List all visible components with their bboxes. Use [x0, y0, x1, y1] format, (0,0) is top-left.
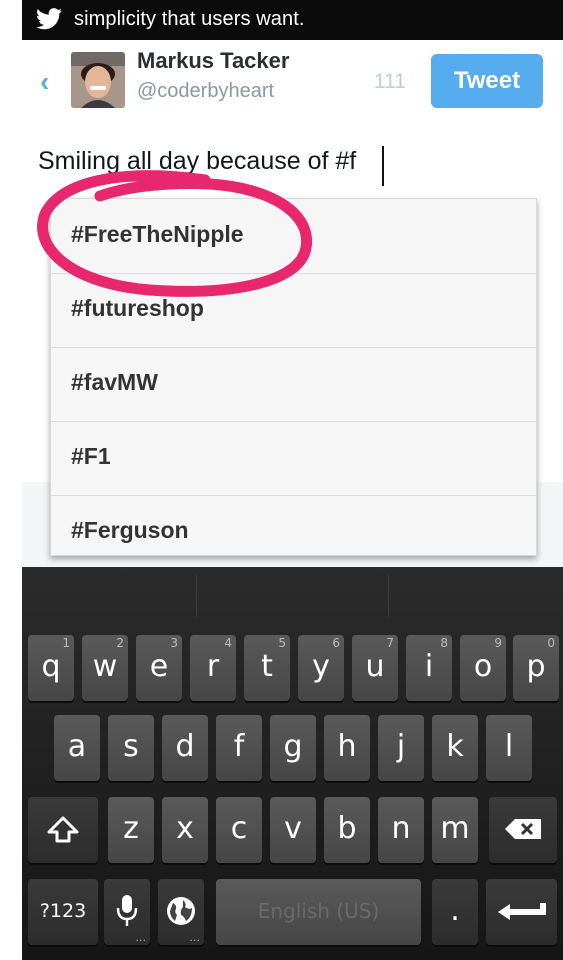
key-s[interactable]: s: [108, 715, 154, 781]
suggestion-divider: [196, 575, 197, 617]
globe-key[interactable]: ...: [158, 879, 204, 945]
period-key[interactable]: .: [432, 879, 478, 945]
key-z[interactable]: z: [108, 797, 154, 863]
key-a[interactable]: a: [54, 715, 100, 781]
symbols-key[interactable]: ?123: [28, 879, 98, 945]
mic-key[interactable]: ...: [104, 879, 150, 945]
key-x[interactable]: x: [162, 797, 208, 863]
user-handle: @coderbyheart: [137, 80, 275, 102]
suggestion-item[interactable]: #Ferguson: [51, 495, 536, 555]
key-i[interactable]: i8: [406, 635, 452, 701]
key-k[interactable]: k: [432, 715, 478, 781]
enter-key[interactable]: [486, 879, 557, 945]
compose-input[interactable]: Smiling all day because of #f: [38, 147, 356, 176]
suggestion-label: #Ferguson: [71, 517, 189, 543]
globe-icon: [167, 897, 195, 925]
suggestion-item[interactable]: #FreeTheNipple: [51, 199, 536, 274]
suggestion-item[interactable]: #F1: [51, 421, 536, 496]
suggestion-label: #futureshop: [71, 295, 204, 321]
tweet-button[interactable]: Tweet: [431, 54, 543, 108]
key-e[interactable]: e3: [136, 635, 182, 701]
character-counter: 111: [374, 70, 406, 93]
text-caret: [382, 146, 384, 186]
key-y[interactable]: y6: [298, 635, 344, 701]
suggestion-item[interactable]: #futureshop: [51, 273, 536, 348]
key-r[interactable]: r4: [190, 635, 236, 701]
suggestion-label: #FreeTheNipple: [71, 221, 244, 247]
shift-icon: [47, 816, 79, 843]
soft-keyboard: q1 w2 e3 r4 t5 y6 u7 i8 o9 p0 a s d f g …: [22, 567, 563, 960]
suggestion-label: #favMW: [71, 369, 158, 395]
key-j[interactable]: j: [378, 715, 424, 781]
suggestion-divider: [388, 575, 389, 617]
suggestion-item[interactable]: #favMW: [51, 347, 536, 422]
space-key[interactable]: English (US): [216, 879, 421, 945]
banner-text: simplicity that users want.: [74, 8, 305, 30]
key-w[interactable]: w2: [82, 635, 128, 701]
backspace-icon: [505, 819, 541, 839]
key-n[interactable]: n: [378, 797, 424, 863]
mic-icon: [116, 895, 138, 926]
key-b[interactable]: b: [324, 797, 370, 863]
backspace-key[interactable]: [489, 797, 557, 863]
key-d[interactable]: d: [162, 715, 208, 781]
key-p[interactable]: p0: [513, 635, 559, 701]
key-u[interactable]: u7: [352, 635, 398, 701]
top-banner: simplicity that users want.: [22, 0, 563, 40]
shift-key[interactable]: [28, 797, 98, 863]
key-t[interactable]: t5: [244, 635, 290, 701]
key-h[interactable]: h: [324, 715, 370, 781]
suggestion-label: #F1: [71, 443, 111, 469]
keyboard-suggestion-bar: [22, 567, 563, 617]
twitter-bird-icon: [36, 8, 62, 30]
hashtag-suggestions: #FreeTheNipple #futureshop #favMW #F1 #F…: [50, 198, 537, 556]
key-m[interactable]: m: [432, 797, 478, 863]
key-v[interactable]: v: [270, 797, 316, 863]
key-c[interactable]: c: [216, 797, 262, 863]
key-g[interactable]: g: [270, 715, 316, 781]
user-name: Markus Tacker: [137, 48, 290, 73]
enter-icon: [497, 903, 546, 920]
avatar: [71, 52, 125, 108]
key-o[interactable]: o9: [460, 635, 506, 701]
back-chevron-icon[interactable]: ‹: [40, 66, 49, 98]
key-f[interactable]: f: [216, 715, 262, 781]
key-q[interactable]: q1: [28, 635, 74, 701]
key-l[interactable]: l: [486, 715, 532, 781]
